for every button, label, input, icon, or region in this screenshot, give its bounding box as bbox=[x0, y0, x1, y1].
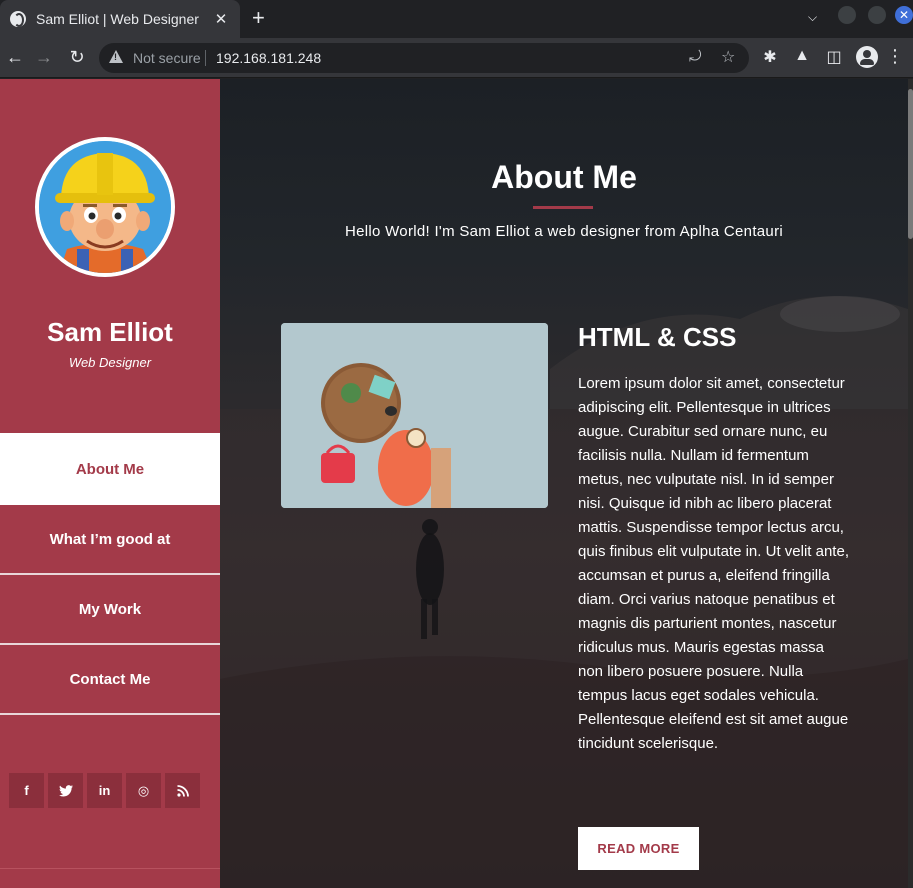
dribbble-icon[interactable]: ◎ bbox=[126, 773, 161, 808]
read-more-button[interactable]: READ MORE bbox=[578, 827, 699, 870]
tab-title: Sam Elliot | Web Designer bbox=[36, 11, 199, 27]
close-tab-icon[interactable]: ✕ bbox=[212, 10, 230, 28]
maximize-window-icon[interactable] bbox=[868, 6, 886, 24]
warning-icon[interactable] bbox=[109, 50, 123, 63]
facebook-icon[interactable]: f bbox=[9, 773, 44, 808]
cartoon-builder-avatar-image bbox=[39, 141, 171, 273]
page-title: About Me bbox=[491, 159, 637, 195]
url-text[interactable]: 192.168.181.248 bbox=[216, 50, 321, 66]
browser-tab[interactable]: Sam Elliot | Web Designer ✕ bbox=[0, 0, 240, 38]
main-content: About Me Hello World! I'm Sam Elliot a w… bbox=[220, 79, 908, 888]
page-scrollbar[interactable] bbox=[908, 79, 913, 888]
rss-icon[interactable] bbox=[165, 773, 200, 808]
bookmark-star-icon[interactable]: ☆ bbox=[721, 47, 735, 67]
browser-tab-strip: Sam Elliot | Web Designer ✕ + ⌵ ✕ bbox=[0, 0, 913, 38]
web-page: Sam Elliot Web Designer About Me What I’… bbox=[0, 79, 913, 888]
security-label[interactable]: Not secure bbox=[133, 50, 201, 66]
twitter-icon[interactable] bbox=[48, 773, 83, 808]
page-subtitle: Hello World! I'm Sam Elliot a web design… bbox=[344, 223, 784, 240]
sidebar-divider bbox=[0, 868, 220, 869]
skill-title: HTML & CSS bbox=[578, 322, 737, 352]
address-separator bbox=[205, 50, 206, 66]
profile-avatar-icon[interactable] bbox=[856, 46, 878, 68]
sidebar-nav: About Me What I’m good at My Work Contac… bbox=[0, 433, 220, 715]
title-underline bbox=[533, 206, 593, 209]
address-bar[interactable]: Not secure 192.168.181.248 ⤾ ☆ bbox=[99, 43, 749, 73]
forward-arrow-icon[interactable]: → bbox=[33, 47, 55, 68]
profile-role: Web Designer bbox=[68, 355, 152, 370]
minimize-window-icon[interactable] bbox=[838, 6, 856, 24]
nav-item-about-me[interactable]: About Me bbox=[0, 433, 220, 505]
desk-photo-image bbox=[281, 323, 548, 508]
sidebar: Sam Elliot Web Designer About Me What I’… bbox=[0, 79, 220, 888]
profile-name: Sam Elliot bbox=[47, 317, 173, 347]
browser-toolbar: ← → ↻ Not secure 192.168.181.248 ⤾ ☆ ✱ ▲… bbox=[0, 38, 913, 78]
social-links: f in ◎ bbox=[9, 773, 200, 808]
linkedin-icon[interactable]: in bbox=[87, 773, 122, 808]
share-icon[interactable]: ⤾ bbox=[689, 48, 702, 65]
globe-icon bbox=[10, 11, 26, 27]
labs-flask-icon[interactable]: ▲ bbox=[792, 47, 812, 65]
reload-icon[interactable]: ↻ bbox=[66, 47, 88, 68]
nav-item-what-im-good-at[interactable]: What I’m good at bbox=[0, 505, 220, 575]
menu-kebab-icon[interactable]: ⋮ bbox=[886, 46, 904, 67]
skill-description: Lorem ipsum dolor sit amet, consectetur … bbox=[578, 375, 849, 752]
back-arrow-icon[interactable]: ← bbox=[4, 47, 26, 68]
avatar bbox=[35, 137, 175, 277]
side-panel-icon[interactable]: ◫ bbox=[824, 47, 844, 67]
nav-item-my-work[interactable]: My Work bbox=[0, 575, 220, 645]
close-window-icon[interactable]: ✕ bbox=[895, 6, 913, 24]
nav-item-contact-me[interactable]: Contact Me bbox=[0, 645, 220, 715]
extensions-puzzle-icon[interactable]: ✱ bbox=[760, 47, 780, 67]
new-tab-icon[interactable]: + bbox=[252, 7, 265, 29]
scrollbar-thumb[interactable] bbox=[908, 89, 913, 239]
tab-search-chevron-icon[interactable]: ⌵ bbox=[808, 10, 817, 25]
